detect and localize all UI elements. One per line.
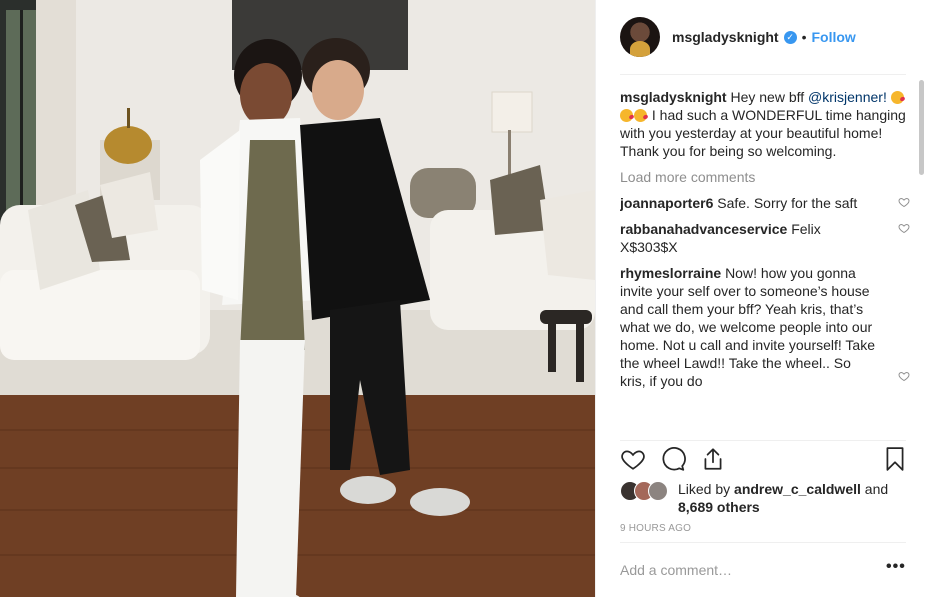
comments-scrollbar[interactable] [919, 80, 924, 175]
comment-username[interactable]: rhymeslorraine [620, 265, 721, 281]
comment-icon[interactable] [660, 446, 686, 472]
caption-text-start: Hey new bff [730, 89, 805, 105]
header-divider [620, 74, 906, 75]
kissing-face-emoji-icon [620, 109, 633, 122]
comment-text: Safe. Sorry for the saft [717, 195, 858, 211]
comment-text: Now! how you gonna invite your self over… [620, 265, 875, 389]
kissing-face-emoji-icon [890, 91, 904, 104]
heart-icon[interactable] [620, 446, 646, 472]
post-sidebar: msgladysknight ✓ • Follow msgladysknight… [595, 0, 926, 597]
likes-user[interactable]: andrew_c_caldwell [734, 481, 861, 497]
comment-like-heart-icon[interactable] [898, 370, 910, 382]
likes-summary: Liked by andrew_c_caldwell and 8,689 oth… [620, 480, 910, 520]
liker-avatars[interactable] [620, 481, 676, 501]
caption-text-end: I had such a WONDERFUL time hanging with… [620, 107, 906, 159]
comment-like-heart-icon[interactable] [898, 222, 910, 234]
bookmark-icon[interactable] [882, 446, 908, 472]
liker-avatar [648, 481, 668, 501]
comment-box-divider [620, 542, 906, 543]
share-icon[interactable] [700, 446, 726, 472]
author-avatar[interactable] [620, 17, 660, 57]
caption-username[interactable]: msgladysknight [620, 89, 727, 105]
comment-username[interactable]: joannaporter6 [620, 195, 713, 211]
likes-prefix: Liked by [678, 481, 731, 497]
actions-divider [620, 440, 906, 441]
add-comment-input[interactable]: Add a comment… [620, 562, 732, 578]
comment-item: rabbanahadvanceservice Felix X$303$X [620, 220, 910, 256]
post-photo[interactable] [0, 0, 595, 597]
likes-text: Liked by andrew_c_caldwell and 8,689 oth… [678, 480, 910, 520]
load-more-comments-button[interactable]: Load more comments [620, 168, 910, 186]
post-header: msgladysknight ✓ • Follow [596, 0, 926, 74]
verified-badge-icon: ✓ [783, 30, 797, 44]
author-username[interactable]: msgladysknight [672, 29, 779, 45]
comments-list[interactable]: msgladysknight Hey new bff @krisjenner! … [620, 88, 910, 438]
likes-count[interactable]: 8,689 others [678, 499, 760, 515]
header-separator: • [801, 29, 807, 45]
post-actions [620, 446, 908, 474]
post-timestamp[interactable]: 9 hours ago [620, 523, 691, 534]
caption-mention[interactable]: @krisjenner! [808, 89, 887, 105]
likes-connector: and [864, 481, 889, 497]
more-options-icon[interactable]: ••• [886, 558, 906, 576]
comment-like-heart-icon[interactable] [898, 196, 910, 208]
follow-button[interactable]: Follow [812, 29, 856, 45]
comment-item: joannaporter6 Safe. Sorry for the saft [620, 194, 910, 212]
comment-item: rhymeslorraine Now! how you gonna invite… [620, 264, 910, 390]
post-caption: msgladysknight Hey new bff @krisjenner! … [620, 88, 910, 160]
post-image [0, 0, 595, 597]
comment-username[interactable]: rabbanahadvanceservice [620, 221, 787, 237]
kissing-face-emoji-icon [634, 109, 647, 122]
